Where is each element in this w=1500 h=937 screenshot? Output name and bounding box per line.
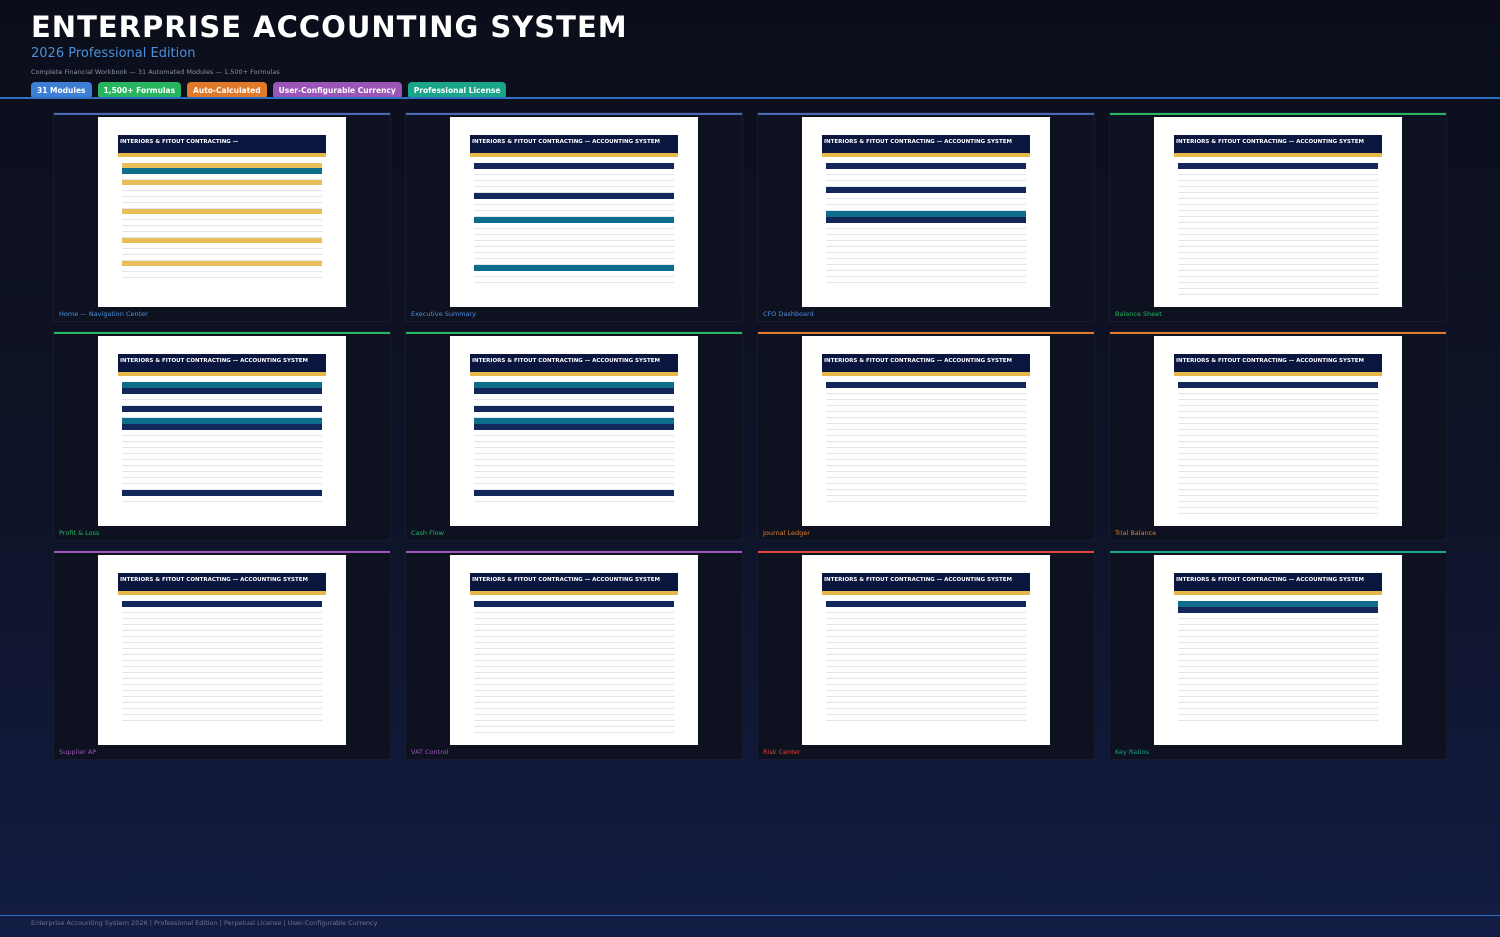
sheet-title: INTERIORS & FITOUT CONTRACTING — ACCOUNT…	[118, 573, 326, 587]
module-card-key-ratios[interactable]: INTERIORS & FITOUT CONTRACTING — ACCOUNT…	[1110, 551, 1446, 759]
page-tagline: Complete Financial Workbook — 31 Automat…	[31, 68, 280, 76]
sheet-row	[826, 496, 1026, 502]
module-card-executive-summary[interactable]: INTERIORS & FITOUT CONTRACTING — ACCOUNT…	[406, 113, 742, 321]
footer-divider	[0, 915, 1500, 916]
sheet-preview: INTERIORS & FITOUT CONTRACTING — ACCOUNT…	[1154, 555, 1402, 745]
sheet-title: INTERIORS & FITOUT CONTRACTING — ACCOUNT…	[470, 135, 678, 149]
sheet-row	[1178, 289, 1378, 295]
sheet-row	[122, 496, 322, 502]
sheet-preview: INTERIORS & FITOUT CONTRACTING — ACCOUNT…	[450, 555, 698, 745]
sheet-title: INTERIORS & FITOUT CONTRACTING — ACCOUNT…	[118, 354, 326, 368]
page-title: ENTERPRISE ACCOUNTING SYSTEM	[31, 10, 628, 44]
card-label: VAT Control	[411, 748, 449, 756]
module-card-risk-center[interactable]: INTERIORS & FITOUT CONTRACTING — ACCOUNT…	[758, 551, 1094, 759]
sheet-preview: INTERIORS & FITOUT CONTRACTING — ACCOUNT…	[802, 555, 1050, 745]
sheet-preview: INTERIORS & FITOUT CONTRACTING — ACCOUNT…	[450, 336, 698, 526]
sheet-preview: INTERIORS & FITOUT CONTRACTING — ACCOUNT…	[98, 555, 346, 745]
sheet-row	[826, 715, 1026, 721]
card-label: Trial Balance	[1115, 529, 1157, 537]
sheet-row	[474, 277, 674, 283]
page-subtitle: 2026 Professional Edition	[31, 46, 196, 61]
card-label: Home — Navigation Center	[59, 310, 148, 318]
sheet-row	[474, 727, 674, 733]
header-divider	[0, 97, 1500, 99]
card-label: Risk Center	[763, 748, 801, 756]
sheet-title: INTERIORS & FITOUT CONTRACTING — ACCOUNT…	[1174, 135, 1382, 149]
module-card-balance-sheet[interactable]: INTERIORS & FITOUT CONTRACTING — ACCOUNT…	[1110, 113, 1446, 321]
card-label: Cash Flow	[411, 529, 444, 537]
module-card-journal-ledger[interactable]: INTERIORS & FITOUT CONTRACTING — ACCOUNT…	[758, 332, 1094, 540]
card-label: Key Ratios	[1115, 748, 1149, 756]
sheet-preview: INTERIORS & FITOUT CONTRACTING —	[98, 117, 346, 307]
card-label: Profit & Loss	[59, 529, 100, 537]
card-label: CFO Dashboard	[763, 310, 814, 318]
sheet-title: INTERIORS & FITOUT CONTRACTING — ACCOUNT…	[470, 573, 678, 587]
sheet-title: INTERIORS & FITOUT CONTRACTING — ACCOUNT…	[1174, 573, 1382, 587]
sheet-preview: INTERIORS & FITOUT CONTRACTING — ACCOUNT…	[98, 336, 346, 526]
sheet-title: INTERIORS & FITOUT CONTRACTING — ACCOUNT…	[470, 354, 678, 368]
sheet-row	[474, 496, 674, 502]
module-card-cash-flow[interactable]: INTERIORS & FITOUT CONTRACTING — ACCOUNT…	[406, 332, 742, 540]
header: ENTERPRISE ACCOUNTING SYSTEM 2026 Profes…	[31, 10, 628, 99]
module-grid: INTERIORS & FITOUT CONTRACTING — Home — N…	[54, 113, 1446, 760]
module-card-profit-loss[interactable]: INTERIORS & FITOUT CONTRACTING — ACCOUNT…	[54, 332, 390, 540]
sheet-preview: INTERIORS & FITOUT CONTRACTING — ACCOUNT…	[1154, 336, 1402, 526]
sheet-row	[122, 272, 322, 278]
sheet-title: INTERIORS & FITOUT CONTRACTING —	[118, 135, 326, 149]
sheet-row	[1178, 508, 1378, 514]
card-label: Balance Sheet	[1115, 310, 1162, 318]
sheet-title: INTERIORS & FITOUT CONTRACTING — ACCOUNT…	[822, 354, 1030, 368]
sheet-title: INTERIORS & FITOUT CONTRACTING — ACCOUNT…	[822, 573, 1030, 587]
sheet-preview: INTERIORS & FITOUT CONTRACTING — ACCOUNT…	[802, 117, 1050, 307]
module-card-trial-balance[interactable]: INTERIORS & FITOUT CONTRACTING — ACCOUNT…	[1110, 332, 1446, 540]
sheet-title: INTERIORS & FITOUT CONTRACTING — ACCOUNT…	[822, 135, 1030, 149]
module-card-vat-control[interactable]: INTERIORS & FITOUT CONTRACTING — ACCOUNT…	[406, 551, 742, 759]
card-label: Journal Ledger	[763, 529, 810, 537]
card-label: Executive Summary	[411, 310, 477, 318]
card-label: Supplier AP	[59, 748, 97, 756]
footer-text: Enterprise Accounting System 2026 | Prof…	[31, 919, 378, 927]
sheet-preview: INTERIORS & FITOUT CONTRACTING — ACCOUNT…	[802, 336, 1050, 526]
module-card-supplier-ap[interactable]: INTERIORS & FITOUT CONTRACTING — ACCOUNT…	[54, 551, 390, 759]
sheet-preview: INTERIORS & FITOUT CONTRACTING — ACCOUNT…	[1154, 117, 1402, 307]
sheet-row	[122, 715, 322, 721]
module-card-cfo-dashboard[interactable]: INTERIORS & FITOUT CONTRACTING — ACCOUNT…	[758, 113, 1094, 321]
sheet-row	[1178, 715, 1378, 721]
sheet-preview: INTERIORS & FITOUT CONTRACTING — ACCOUNT…	[450, 117, 698, 307]
sheet-title: INTERIORS & FITOUT CONTRACTING — ACCOUNT…	[1174, 354, 1382, 368]
sheet-row	[826, 277, 1026, 283]
module-card-home[interactable]: INTERIORS & FITOUT CONTRACTING — Home — N…	[54, 113, 390, 321]
